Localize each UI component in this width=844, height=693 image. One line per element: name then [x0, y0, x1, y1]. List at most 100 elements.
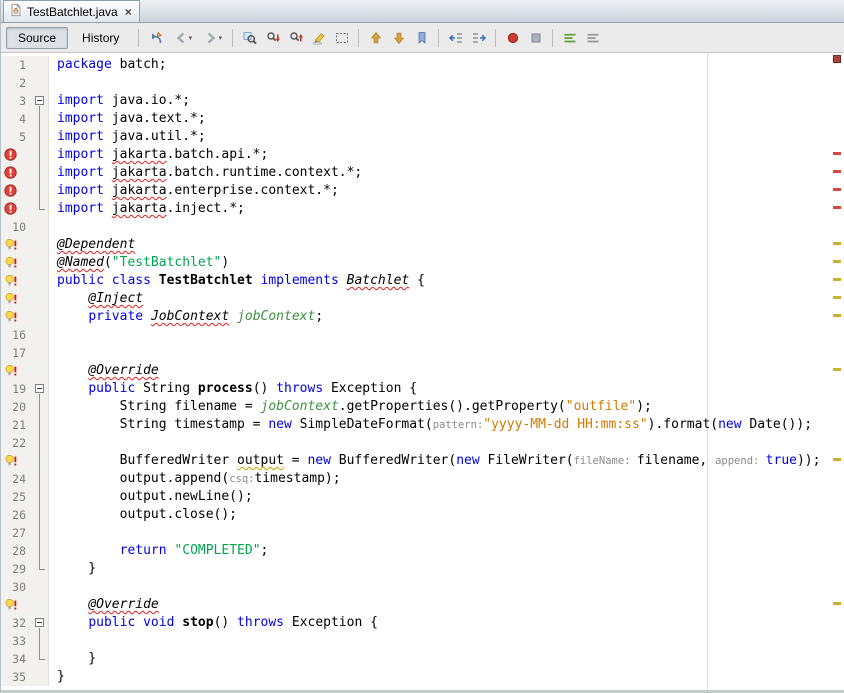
tab-close-icon[interactable]: ×	[125, 5, 132, 19]
forward-button[interactable]: ▾	[197, 27, 227, 49]
code-content[interactable]: }	[49, 668, 844, 686]
code-line[interactable]: 35}	[1, 668, 844, 686]
code-content[interactable]: import jakarta.batch.runtime.context.*;	[49, 164, 844, 182]
code-content[interactable]	[49, 326, 844, 344]
code-line[interactable]: 2	[1, 74, 844, 92]
code-content[interactable]: output.newLine();	[49, 488, 844, 506]
previous-bookmark-button[interactable]	[364, 27, 387, 49]
error-stripe[interactable]	[831, 53, 844, 690]
warning-stripe-mark[interactable]	[833, 368, 841, 371]
toggle-highlight-search-button[interactable]	[307, 27, 330, 49]
tab-testbatchlet-java[interactable]: TestBatchlet.java ×	[3, 0, 140, 22]
code-line[interactable]: import jakarta.inject.*;	[1, 200, 844, 218]
code-content[interactable]: public String process() throws Exception…	[49, 380, 844, 398]
code-line[interactable]: 33	[1, 632, 844, 650]
error-stripe-mark[interactable]	[833, 206, 841, 209]
find-selection-button[interactable]	[238, 27, 261, 49]
code-content[interactable]	[49, 524, 844, 542]
warning-stripe-mark[interactable]	[833, 458, 841, 461]
code-content[interactable]: @Override	[49, 596, 844, 614]
start-macro-recording-button[interactable]	[501, 27, 524, 49]
warning-stripe-mark[interactable]	[833, 602, 841, 605]
back-button[interactable]: ▾	[167, 27, 197, 49]
code-line[interactable]: 28 return "COMPLETED";	[1, 542, 844, 560]
find-previous-occurrence-button[interactable]	[284, 27, 307, 49]
warning-stripe-mark[interactable]	[833, 278, 841, 281]
code-content[interactable]: package batch;	[49, 56, 844, 74]
error-stripe-mark[interactable]	[833, 188, 841, 191]
code-editor[interactable]: 1package batch;23import java.io.*;4impor…	[1, 53, 844, 690]
code-line[interactable]: import jakarta.enterprise.context.*;	[1, 182, 844, 200]
code-content[interactable]: @Override	[49, 362, 844, 380]
warning-stripe-mark[interactable]	[833, 296, 841, 299]
code-line[interactable]: @Named("TestBatchlet")	[1, 254, 844, 272]
source-view-button[interactable]: Source	[6, 27, 68, 49]
code-content[interactable]: public class TestBatchlet implements Bat…	[49, 272, 844, 290]
toggle-bookmark-button[interactable]	[410, 27, 433, 49]
code-content[interactable]	[49, 434, 844, 452]
fold-collapse-icon[interactable]	[35, 618, 44, 627]
error-stripe-mark[interactable]	[833, 152, 841, 155]
code-line[interactable]: @Override	[1, 596, 844, 614]
code-content[interactable]: String filename = jobContext.getProperti…	[49, 398, 844, 416]
code-line[interactable]: 10	[1, 218, 844, 236]
code-content[interactable]	[49, 74, 844, 92]
code-line[interactable]: 21 String timestamp = new SimpleDateForm…	[1, 416, 844, 434]
code-line[interactable]: public class TestBatchlet implements Bat…	[1, 272, 844, 290]
warning-stripe-mark[interactable]	[833, 242, 841, 245]
code-line[interactable]: 26 output.close();	[1, 506, 844, 524]
code-content[interactable]: import jakarta.inject.*;	[49, 200, 844, 218]
code-line[interactable]: @Inject	[1, 290, 844, 308]
shift-line-left-button[interactable]	[444, 27, 467, 49]
fold-collapse-icon[interactable]	[35, 96, 44, 105]
code-content[interactable]	[49, 632, 844, 650]
error-stripe-mark[interactable]	[833, 170, 841, 173]
code-content[interactable]: String timestamp = new SimpleDateFormat(…	[49, 416, 844, 434]
code-content[interactable]: import java.text.*;	[49, 110, 844, 128]
code-line[interactable]: 5import java.util.*;	[1, 128, 844, 146]
code-line[interactable]: @Dependent	[1, 236, 844, 254]
last-edit-position-button[interactable]	[144, 27, 167, 49]
comment-button[interactable]	[558, 27, 581, 49]
code-content[interactable]: public void stop() throws Exception {	[49, 614, 844, 632]
code-line[interactable]: 30	[1, 578, 844, 596]
warning-stripe-mark[interactable]	[833, 260, 841, 263]
error-stripe-indicator-icon[interactable]	[833, 55, 841, 63]
code-content[interactable]: import jakarta.enterprise.context.*;	[49, 182, 844, 200]
code-line[interactable]: 19 public String process() throws Except…	[1, 380, 844, 398]
code-line[interactable]: 4import java.text.*;	[1, 110, 844, 128]
code-content[interactable]: BufferedWriter output = new BufferedWrit…	[49, 452, 844, 470]
toggle-rectangular-selection-button[interactable]	[330, 27, 353, 49]
next-bookmark-button[interactable]	[387, 27, 410, 49]
code-content[interactable]: import jakarta.batch.api.*;	[49, 146, 844, 164]
find-next-occurrence-button[interactable]	[261, 27, 284, 49]
code-line[interactable]: 22	[1, 434, 844, 452]
code-line[interactable]: 1package batch;	[1, 56, 844, 74]
history-view-button[interactable]: History	[70, 27, 131, 49]
fold-marker[interactable]	[31, 380, 49, 398]
code-content[interactable]: @Dependent	[49, 236, 844, 254]
code-content[interactable]: @Inject	[49, 290, 844, 308]
code-line[interactable]: 29 }	[1, 560, 844, 578]
code-line[interactable]: BufferedWriter output = new BufferedWrit…	[1, 452, 844, 470]
code-line[interactable]: 24 output.append(csq:timestamp);	[1, 470, 844, 488]
code-content[interactable]: return "COMPLETED";	[49, 542, 844, 560]
code-line[interactable]: @Override	[1, 362, 844, 380]
fold-collapse-icon[interactable]	[35, 384, 44, 393]
code-line[interactable]: private JobContext jobContext;	[1, 308, 844, 326]
code-content[interactable]	[49, 218, 844, 236]
code-line[interactable]: 32 public void stop() throws Exception {	[1, 614, 844, 632]
stop-macro-recording-button[interactable]	[524, 27, 547, 49]
code-line[interactable]: 16	[1, 326, 844, 344]
uncomment-button[interactable]	[581, 27, 604, 49]
code-line[interactable]: 20 String filename = jobContext.getPrope…	[1, 398, 844, 416]
code-content[interactable]: }	[49, 560, 844, 578]
code-content[interactable]: output.close();	[49, 506, 844, 524]
code-content[interactable]	[49, 578, 844, 596]
code-content[interactable]	[49, 344, 844, 362]
code-content[interactable]: import java.util.*;	[49, 128, 844, 146]
warning-stripe-mark[interactable]	[833, 314, 841, 317]
code-line[interactable]: 34 }	[1, 650, 844, 668]
shift-line-right-button[interactable]	[467, 27, 490, 49]
code-line[interactable]: 17	[1, 344, 844, 362]
